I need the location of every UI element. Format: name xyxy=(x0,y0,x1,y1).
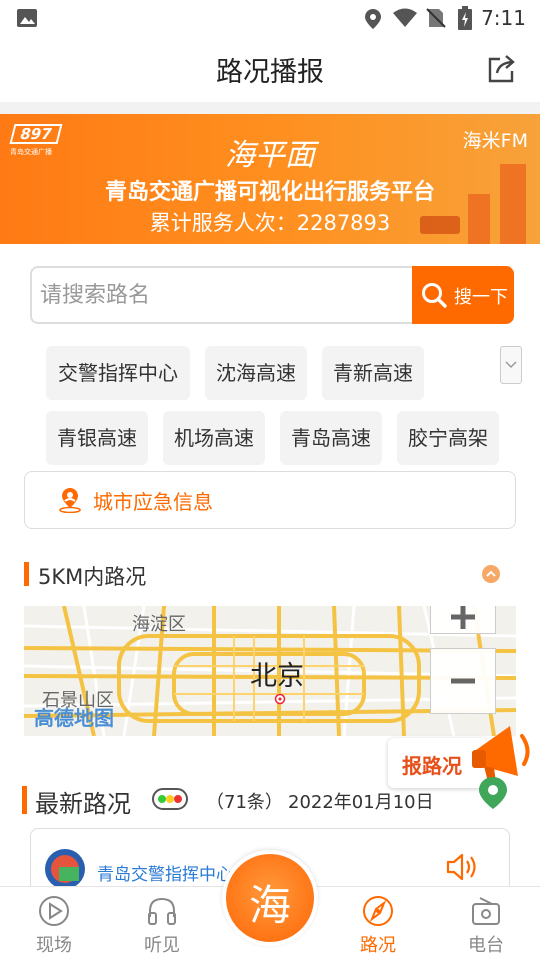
car-illustration xyxy=(420,216,460,234)
expand-chips-button[interactable] xyxy=(500,346,522,384)
tab-label: 现场 xyxy=(36,935,72,956)
minus-icon xyxy=(451,678,475,684)
building-illustration xyxy=(500,164,526,244)
traffic-map[interactable]: 海淀区 石景山区 北京 高德地图 xyxy=(24,606,516,736)
served-label: 累计服务人次： xyxy=(149,211,297,235)
search-button-label: 搜一下 xyxy=(454,287,508,308)
map-provider-logo: 高德地图 xyxy=(34,706,114,730)
speaker-icon[interactable] xyxy=(445,851,479,883)
battery-icon xyxy=(458,6,472,30)
road-chip[interactable]: 青岛高速 xyxy=(280,411,382,465)
tab-label: 听见 xyxy=(144,935,180,956)
report-label: 报路况 xyxy=(402,754,462,778)
tab-label: 电台 xyxy=(468,935,504,956)
section-accent-bar xyxy=(24,562,29,586)
report-date: 2022年01月10日 xyxy=(288,792,434,813)
chevron-up-icon xyxy=(486,570,496,577)
city-label: 北京 xyxy=(250,661,304,692)
compass-icon xyxy=(363,896,393,926)
road-chip[interactable]: 交警指挥中心 xyxy=(46,346,190,400)
location-icon xyxy=(365,9,381,29)
no-sim-icon xyxy=(426,8,446,28)
road-chip[interactable]: 沈海高速 xyxy=(205,346,307,400)
fm-logo: 海米FM xyxy=(462,130,528,152)
zoom-in-button[interactable] xyxy=(430,606,496,634)
report-count: （71条） xyxy=(206,792,283,813)
promo-banner[interactable]: 897 青岛交通广播 海平面 青岛交通广播可视化出行服务平台 累计服务人次：22… xyxy=(0,114,540,244)
chevron-down-icon xyxy=(505,361,517,369)
card-author-name: 青岛交警指挥中心 xyxy=(97,865,233,885)
map-pin-icon xyxy=(479,777,507,809)
latest-title: 最新路况 xyxy=(35,790,131,818)
status-time: 7:11 xyxy=(481,6,526,30)
road-chip[interactable]: 机场高速 xyxy=(163,411,265,465)
gallery-notification-icon xyxy=(17,9,37,27)
tab-xianchang[interactable]: 现场 xyxy=(0,887,108,961)
tab-lukuang[interactable]: 路况 xyxy=(324,887,432,961)
road-chip[interactable]: 胶宁高架 xyxy=(397,411,499,465)
served-value: 2287893 xyxy=(296,211,391,235)
tab-diantai[interactable]: 电台 xyxy=(432,887,540,961)
location-person-icon xyxy=(59,488,81,513)
center-home-button[interactable]: 海 xyxy=(222,850,318,946)
city-marker-icon xyxy=(274,693,286,705)
top-header: 路况播报 xyxy=(0,36,540,102)
radio-icon xyxy=(472,897,500,925)
road-chip[interactable]: 青银高速 xyxy=(46,411,148,465)
traffic-light-icon xyxy=(152,788,188,810)
wifi-icon xyxy=(393,8,417,27)
avatar xyxy=(45,849,85,889)
emergency-label: 城市应急信息 xyxy=(93,490,213,514)
collapse-button[interactable] xyxy=(482,565,500,583)
brand-title: 海平面 xyxy=(225,138,315,173)
plus-icon xyxy=(451,606,475,629)
play-circle-icon xyxy=(39,896,69,926)
road-chip[interactable]: 青新高速 xyxy=(322,346,424,400)
building-illustration xyxy=(468,194,490,244)
section-accent-bar xyxy=(22,786,27,814)
header-divider xyxy=(0,102,540,114)
emergency-info-button[interactable]: 城市应急信息 xyxy=(24,471,516,529)
road-search-input[interactable] xyxy=(40,276,400,314)
district-label: 海淀区 xyxy=(132,614,186,635)
search-icon xyxy=(422,283,447,308)
tab-tingjian[interactable]: 听见 xyxy=(108,887,216,961)
zoom-out-button[interactable] xyxy=(430,648,496,714)
tab-label: 路况 xyxy=(360,935,396,956)
share-icon[interactable] xyxy=(486,53,518,85)
search-button[interactable]: 搜一下 xyxy=(412,266,514,324)
status-bar: 7:11 xyxy=(0,0,540,36)
page-title: 路况播报 xyxy=(216,57,324,88)
nearby-title: 5KM内路况 xyxy=(38,565,147,589)
center-button-label: 海 xyxy=(248,881,291,930)
platform-title: 青岛交通广播可视化出行服务平台 xyxy=(104,180,435,205)
headphones-icon xyxy=(148,897,176,925)
